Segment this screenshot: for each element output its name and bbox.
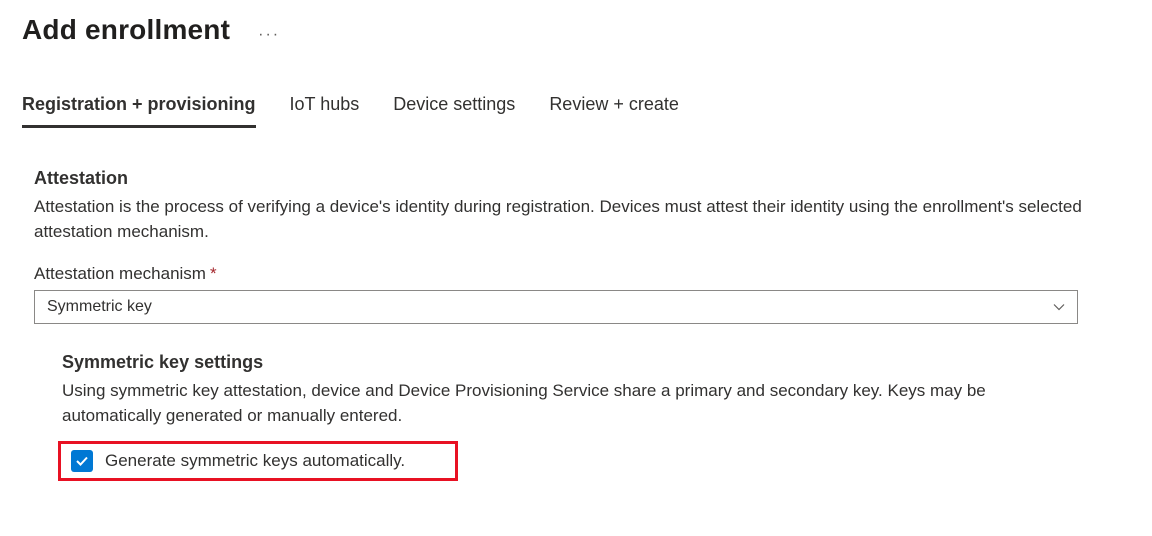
generate-keys-checkbox[interactable] xyxy=(71,450,93,472)
tab-review-create[interactable]: Review + create xyxy=(549,88,679,128)
attestation-mechanism-label: Attestation mechanism* xyxy=(34,264,1088,284)
symmetric-heading: Symmetric key settings xyxy=(62,352,1088,373)
symmetric-description: Using symmetric key attestation, device … xyxy=(62,379,1088,428)
attestation-mechanism-select[interactable]: Symmetric key xyxy=(34,290,1078,324)
attestation-heading: Attestation xyxy=(34,168,1088,189)
checkmark-icon xyxy=(75,454,89,468)
more-options-icon[interactable]: ··· xyxy=(258,16,280,44)
page-title: Add enrollment xyxy=(22,14,230,46)
select-value: Symmetric key xyxy=(47,298,152,316)
required-indicator: * xyxy=(210,264,217,283)
highlight-box: Generate symmetric keys automatically. xyxy=(58,441,458,481)
attestation-section: Attestation Attestation is the process o… xyxy=(22,168,1100,481)
field-label-text: Attestation mechanism xyxy=(34,264,206,283)
chevron-down-icon xyxy=(1053,301,1065,313)
tab-device-settings[interactable]: Device settings xyxy=(393,88,515,128)
attestation-description: Attestation is the process of verifying … xyxy=(34,195,1088,244)
tab-registration-provisioning[interactable]: Registration + provisioning xyxy=(22,88,256,128)
tab-iot-hubs[interactable]: IoT hubs xyxy=(290,88,360,128)
symmetric-key-section: Symmetric key settings Using symmetric k… xyxy=(62,352,1088,480)
tab-list: Registration + provisioning IoT hubs Dev… xyxy=(22,88,1130,128)
generate-keys-label: Generate symmetric keys automatically. xyxy=(105,451,405,471)
